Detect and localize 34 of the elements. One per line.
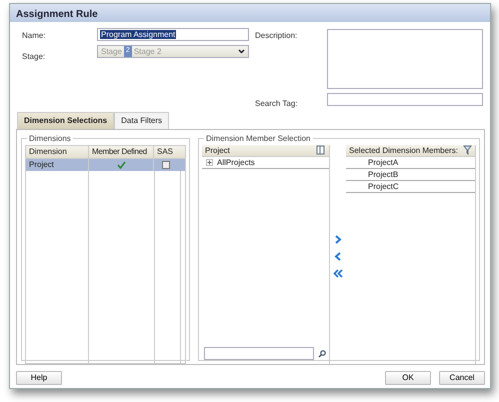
move-right-icon[interactable] — [334, 234, 342, 244]
stage-label: Stage: — [22, 51, 46, 63]
description-field[interactable] — [327, 29, 483, 89]
tree-item[interactable]: AllProjects — [217, 156, 255, 168]
search-tag-field[interactable] — [327, 93, 483, 106]
expand-icon[interactable] — [206, 159, 213, 166]
list-item[interactable]: ProjectA — [346, 157, 475, 169]
caret-icon — [238, 49, 245, 54]
column-header: Selected Dimension Members: — [346, 145, 475, 157]
name-field[interactable]: Program Assignment — [97, 28, 249, 41]
name-label: Name: — [22, 30, 47, 42]
move-all-left-icon[interactable] — [333, 268, 343, 278]
tab[interactable]: Dimension Selections — [17, 112, 114, 129]
tab[interactable]: Data Filters — [114, 112, 170, 129]
window-title: Assignment Rule — [10, 4, 490, 22]
column-header: Member Defined — [88, 146, 153, 158]
list-item[interactable]: ProjectB — [346, 169, 475, 181]
checkbox[interactable] — [162, 161, 170, 169]
columns-icon — [316, 145, 326, 155]
filter-icon — [463, 145, 472, 155]
search-field[interactable] — [204, 347, 314, 360]
search-icon[interactable] — [318, 350, 326, 358]
description-label: Description: — [255, 30, 298, 42]
move-left-icon[interactable] — [334, 252, 342, 260]
list-item[interactable]: ProjectC — [346, 181, 475, 193]
cancel-button[interactable]: Cancel — [439, 371, 485, 385]
table-cell-text: Project — [28, 159, 55, 171]
column-header: Project — [202, 145, 329, 157]
help-button[interactable]: Help — [16, 371, 62, 385]
column-header: SAS — [153, 146, 178, 158]
table-row[interactable]: Project — [26, 159, 185, 171]
ok-button[interactable]: OK — [385, 371, 431, 385]
column-header: Dimension — [28, 146, 68, 158]
search-tag-label: Search Tag: — [255, 98, 299, 110]
